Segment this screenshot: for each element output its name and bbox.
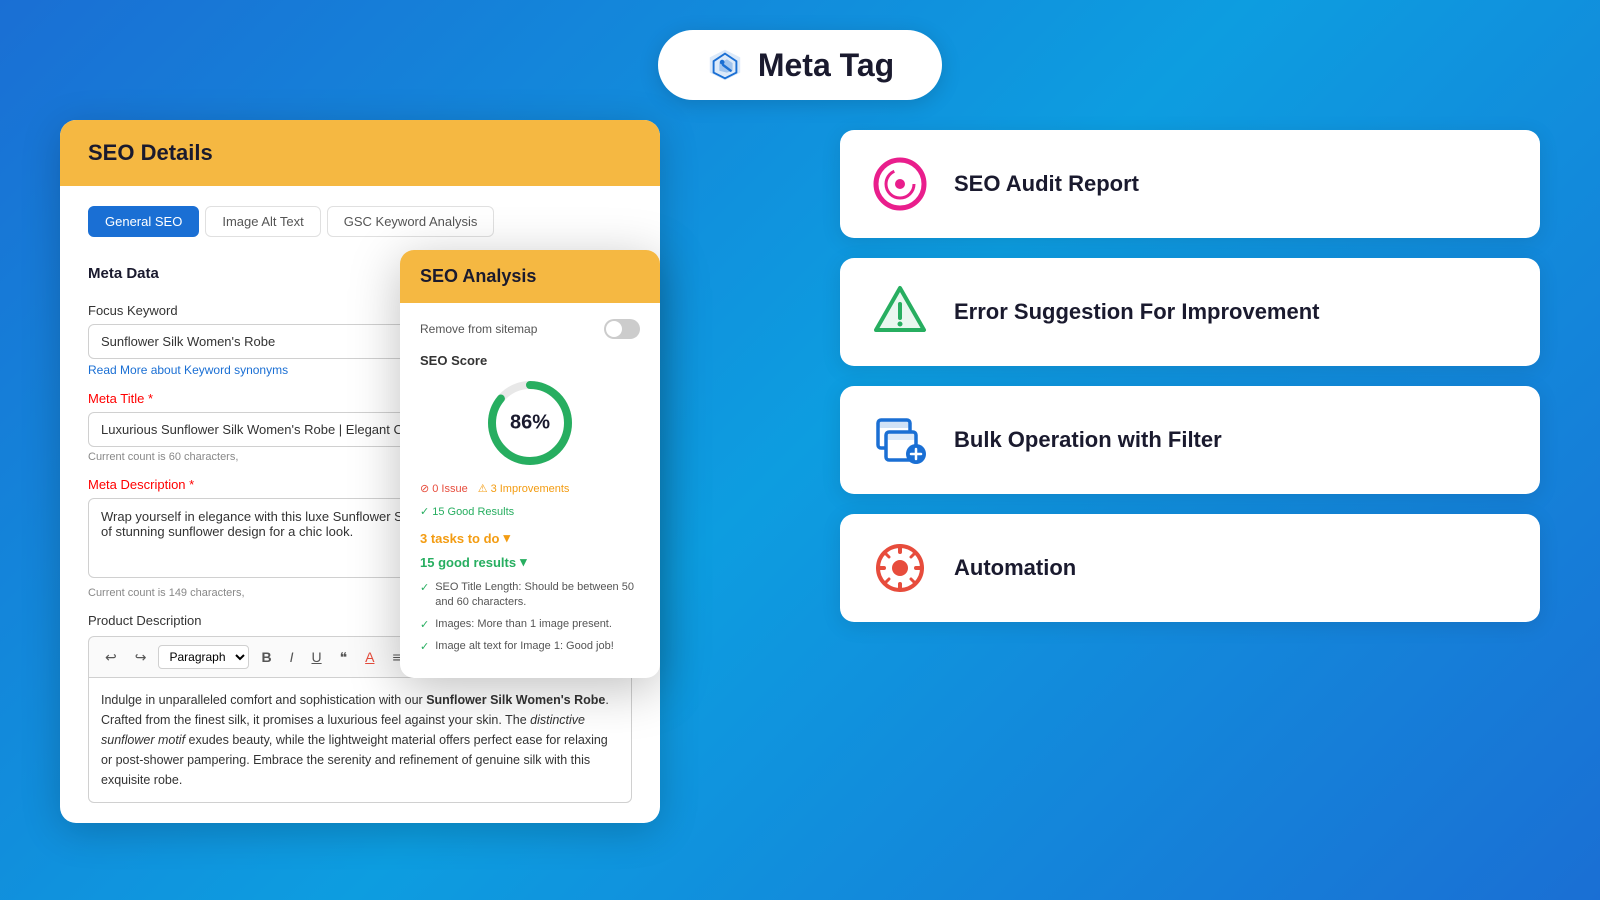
score-number: 86% xyxy=(510,412,550,435)
italic-button[interactable]: I xyxy=(284,646,300,668)
meta-data-label: Meta Data xyxy=(88,265,159,282)
sitemap-toggle[interactable] xyxy=(604,319,640,339)
score-badges: ⊘ 0 Issue ⚠ 3 Improvements xyxy=(420,482,640,495)
seo-analysis-header: SEO Analysis xyxy=(400,250,660,303)
tasks-todo[interactable]: 3 tasks to do ▾ xyxy=(420,530,640,546)
sitemap-toggle-label: Remove from sitemap xyxy=(420,322,537,336)
error-icon xyxy=(872,284,928,340)
left-panel: SEO Details General SEO Image Alt Text G… xyxy=(60,120,780,823)
feature-title-bulk-operation: Bulk Operation with Filter xyxy=(954,426,1222,455)
check-icon-1: ✓ xyxy=(420,581,429,596)
seo-analysis-title: SEO Analysis xyxy=(420,266,536,286)
audit-icon-wrapper xyxy=(870,154,930,214)
sitemap-toggle-row: Remove from sitemap xyxy=(420,319,640,339)
automation-icon xyxy=(872,540,928,596)
automation-icon-wrapper xyxy=(870,538,930,598)
audit-icon xyxy=(872,156,928,212)
underline-button[interactable]: U xyxy=(305,646,327,668)
check-icon-2: ✓ xyxy=(420,618,429,633)
header-title: Meta Tag xyxy=(758,47,894,84)
bulk-icon-wrapper xyxy=(870,410,930,470)
result-item-2: ✓ Images: More than 1 image present. xyxy=(420,617,640,633)
seo-score-label: SEO Score xyxy=(420,353,640,368)
tab-image-alt-text[interactable]: Image Alt Text xyxy=(205,206,320,237)
paragraph-select[interactable]: Paragraph xyxy=(158,645,249,669)
tasks-section: 3 tasks to do ▾ 15 good results ▾ ✓ SEO … xyxy=(420,530,640,656)
feature-title-error-suggestion: Error Suggestion For Improvement xyxy=(954,298,1320,327)
bold-button[interactable]: B xyxy=(255,646,277,668)
right-panel: SEO Audit Report Error Suggestion For Im… xyxy=(840,120,1540,823)
chevron-down-icon: ▾ xyxy=(503,530,510,546)
score-circle-container: 86% xyxy=(420,378,640,468)
good-icon: ✓ xyxy=(420,505,429,518)
result-item-1: ✓ SEO Title Length: Should be between 50… xyxy=(420,580,640,611)
bulk-icon xyxy=(872,412,928,468)
issue-badge: ⊘ 0 Issue xyxy=(420,482,468,495)
check-icon-3: ✓ xyxy=(420,640,429,655)
result-item-3: ✓ Image alt text for Image 1: Good job! xyxy=(420,639,640,655)
seo-details-title: SEO Details xyxy=(88,140,213,165)
seo-analysis-body: Remove from sitemap SEO Score 86% xyxy=(400,303,660,678)
undo-button[interactable]: ↩ xyxy=(99,646,123,669)
tag-icon xyxy=(706,46,744,84)
good-badge: ✓ 15 Good Results xyxy=(420,505,514,518)
tab-gsc-keyword[interactable]: GSC Keyword Analysis xyxy=(327,206,495,237)
score-circle: 86% xyxy=(485,378,575,468)
tab-general-seo[interactable]: General SEO xyxy=(88,206,199,237)
chevron-down-icon-2: ▾ xyxy=(520,554,527,570)
seo-analysis-card: SEO Analysis Remove from sitemap SEO Sco… xyxy=(400,250,660,678)
tabs-container: General SEO Image Alt Text GSC Keyword A… xyxy=(88,206,632,237)
feature-card-automation[interactable]: Automation xyxy=(840,514,1540,622)
header: Meta Tag xyxy=(0,0,1600,120)
editor-content[interactable]: Indulge in unparalleled comfort and soph… xyxy=(88,677,632,803)
feature-card-bulk-operation[interactable]: Bulk Operation with Filter xyxy=(840,386,1540,494)
issue-icon: ⊘ xyxy=(420,482,429,495)
seo-details-header: SEO Details xyxy=(60,120,660,186)
quote-button[interactable]: ❝ xyxy=(334,646,354,669)
header-pill: Meta Tag xyxy=(658,30,942,100)
feature-title-automation: Automation xyxy=(954,554,1076,583)
feature-card-error-suggestion[interactable]: Error Suggestion For Improvement xyxy=(840,258,1540,366)
error-icon-wrapper xyxy=(870,282,930,342)
main-content: SEO Details General SEO Image Alt Text G… xyxy=(0,120,1600,823)
feature-title-seo-audit: SEO Audit Report xyxy=(954,170,1139,199)
improvement-badge: ⚠ 3 Improvements xyxy=(478,482,570,495)
good-badge-row: ✓ 15 Good Results xyxy=(420,501,640,518)
good-results-toggle[interactable]: 15 good results ▾ xyxy=(420,554,640,570)
improve-icon: ⚠ xyxy=(478,482,488,495)
color-button[interactable]: A xyxy=(359,646,380,668)
feature-card-seo-audit[interactable]: SEO Audit Report xyxy=(840,130,1540,238)
redo-button[interactable]: ↪ xyxy=(129,646,153,669)
